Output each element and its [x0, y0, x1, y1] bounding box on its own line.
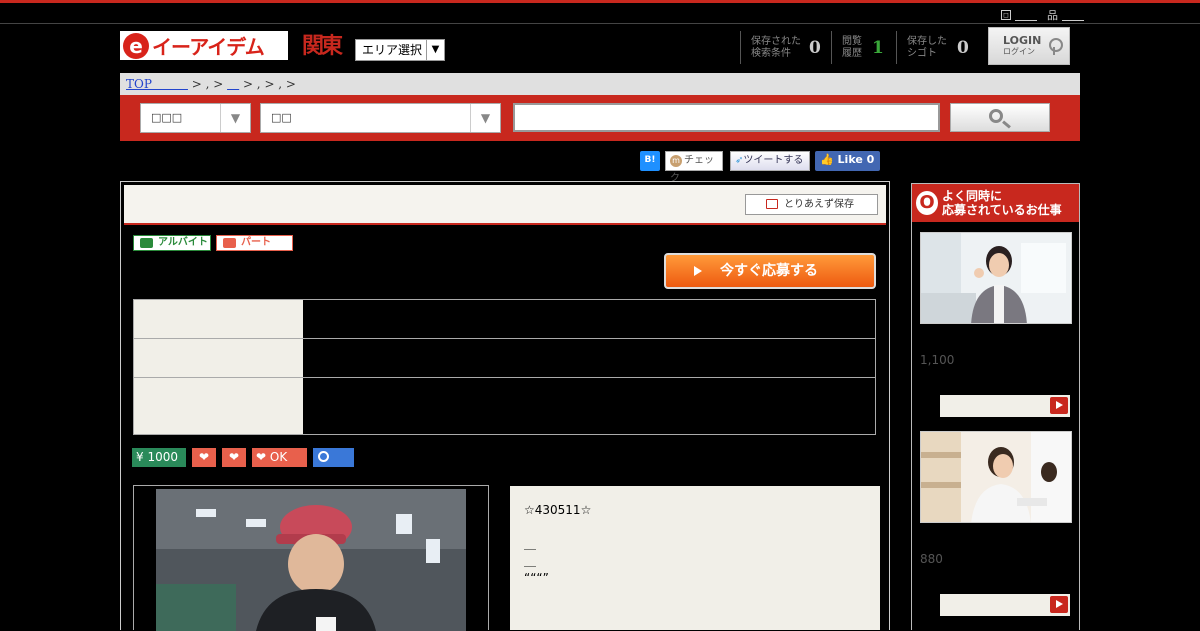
related-job-link[interactable]: [940, 395, 1070, 417]
arrow-right-icon: [1050, 397, 1068, 414]
info-row-header: [134, 378, 303, 434]
time-badge: [313, 448, 354, 467]
breadcrumb: TOP＿＿＿ > , > ＿ > , > , >: [120, 73, 1080, 95]
key-icon: [1049, 38, 1064, 55]
logo-text: イーアイデム: [152, 35, 265, 59]
breadcrumb-top-link[interactable]: TOP＿＿＿: [126, 77, 188, 91]
chevron-down-icon: ▼: [470, 104, 500, 132]
search-icon: [989, 109, 1003, 123]
job-info-table: [133, 299, 876, 435]
thumbs-up-icon: 👍: [820, 153, 834, 166]
related-job-link[interactable]: [940, 594, 1070, 616]
utility-link-2[interactable]: 品 ＿＿: [1047, 7, 1084, 23]
saved-search-stat[interactable]: 保存された 検索条件 0: [740, 31, 821, 64]
heart-badge: ❤: [222, 448, 246, 467]
job-description: ☆430511☆ ＿ ＿ “““”: [510, 486, 880, 630]
info-row-header: [134, 339, 303, 377]
info-row: [134, 378, 875, 434]
facebook-like-button[interactable]: 👍 Like 0: [815, 151, 880, 171]
job-photo: [156, 489, 466, 631]
briefcase-icon: [223, 238, 236, 248]
ok-badge: ❤ OK: [252, 448, 307, 467]
window-icon: ◻: [1001, 10, 1011, 20]
heart-badge: ❤: [192, 448, 216, 467]
chevron-down-icon: ▼: [426, 40, 444, 60]
related-job-wage: 880: [920, 552, 943, 566]
heart-icon: ❤: [256, 450, 267, 464]
search-bar: □□□ ▼ □□ ▼: [120, 95, 1080, 141]
arrow-right-icon: [1050, 596, 1068, 613]
heart-icon: ❤: [198, 450, 210, 464]
job-photo-frame: [133, 485, 489, 631]
logo-mark: e: [123, 32, 149, 59]
mixi-check-button[interactable]: m チェック: [665, 151, 723, 184]
site-logo[interactable]: e イーアイデム: [120, 31, 288, 60]
utility-link-1[interactable]: ◻ ＿＿: [1001, 7, 1037, 23]
related-job-wage: 1,100: [920, 353, 955, 367]
history-stat[interactable]: 閲覧 履歴 1: [831, 31, 884, 64]
info-row-header: [134, 300, 303, 338]
play-icon: [694, 266, 702, 276]
mixi-icon: m: [670, 155, 682, 167]
location-select[interactable]: □□ ▼: [260, 103, 501, 133]
wage-badge: ¥ 1000: [132, 448, 186, 467]
chevron-down-icon: ▼: [220, 104, 250, 132]
briefcase-icon: [140, 238, 153, 248]
login-button[interactable]: LOGIN ログイン: [988, 27, 1070, 65]
related-job-image[interactable]: [920, 232, 1072, 324]
tag-part: パート: [216, 235, 293, 251]
apply-now-button[interactable]: 今すぐ応募する: [664, 253, 876, 289]
region-label: 関東: [301, 34, 343, 59]
breadcrumb-link[interactable]: ＿: [227, 77, 239, 91]
area-select[interactable]: エリア選択 ▼: [355, 39, 445, 61]
utility-bar: ◻ ＿＿ 品 ＿＿: [0, 3, 1200, 24]
job-header: とりあえず保存: [124, 185, 886, 225]
sitemap-icon: 品: [1047, 9, 1058, 22]
search-input[interactable]: [513, 103, 940, 132]
search-button[interactable]: [950, 103, 1050, 132]
saved-jobs-stat[interactable]: 保存した シゴト 0: [896, 31, 969, 64]
sidebar-title: O よく同時に 応募されているお仕事: [912, 184, 1079, 222]
clock-icon: [318, 451, 329, 462]
tag-arubaito: アルバイト: [133, 235, 211, 251]
info-row: [134, 300, 875, 339]
related-job-image[interactable]: [920, 431, 1072, 523]
heart-icon: ❤: [228, 450, 240, 464]
bag-icon: [766, 199, 778, 209]
related-jobs-sidebar: O よく同時に 応募されているお仕事 1,100 880: [911, 183, 1080, 630]
tweet-button[interactable]: ➶ツイートする: [730, 151, 810, 171]
save-job-button[interactable]: とりあえず保存: [745, 194, 878, 215]
hatena-bookmark-button[interactable]: B!: [640, 151, 660, 171]
category-select[interactable]: □□□ ▼: [140, 103, 251, 133]
info-row: [134, 339, 875, 378]
